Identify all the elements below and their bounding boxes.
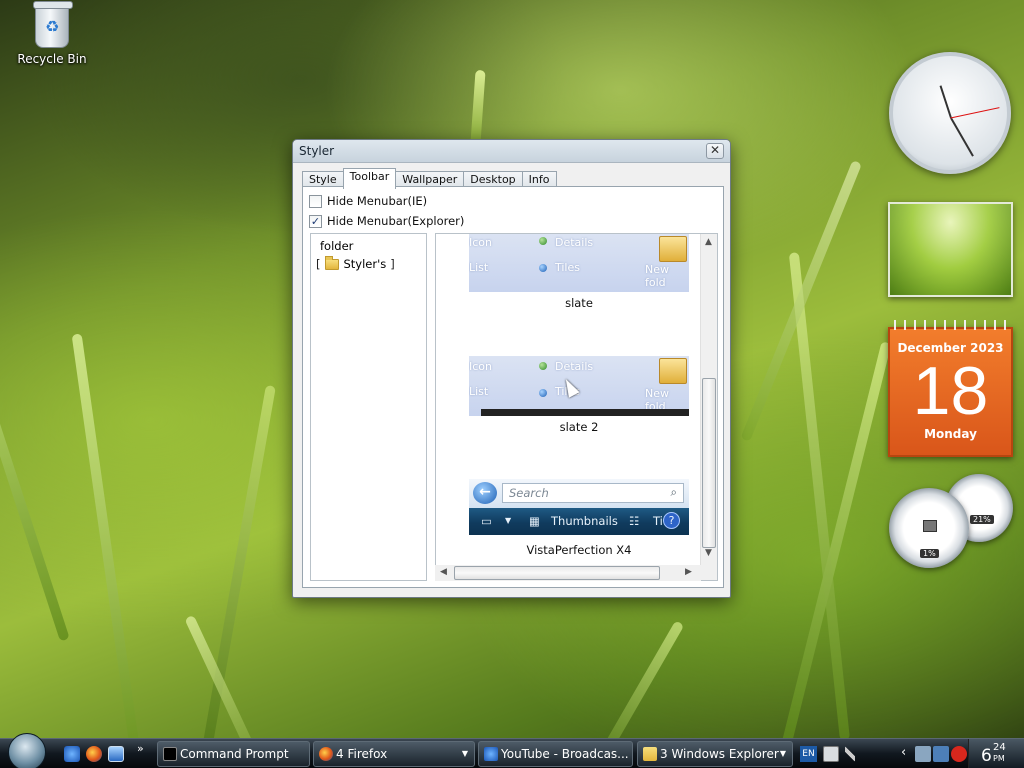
- clock-gadget[interactable]: [889, 52, 1011, 174]
- second-hand: [950, 107, 1000, 119]
- styler-window: Styler ✕ Style Toolbar Wallpaper Desktop…: [292, 139, 731, 598]
- scroll-left-icon[interactable]: ◀: [440, 567, 447, 577]
- ie-icon: [484, 747, 498, 761]
- close-icon: ✕: [709, 143, 721, 157]
- hide-menubar-explorer-checkbox[interactable]: ✓ Hide Menubar(Explorer): [309, 214, 464, 228]
- firefox-icon: [319, 747, 333, 761]
- help-icon: ?: [663, 512, 680, 529]
- theme-name-slate: slate: [565, 296, 593, 310]
- taskbar-clock[interactable]: 6 24 PM: [968, 739, 1024, 768]
- title-bar[interactable]: Styler: [293, 140, 730, 163]
- close-button[interactable]: ✕: [706, 143, 724, 159]
- chevron-down-icon[interactable]: ▼: [780, 749, 786, 758]
- firefox-icon[interactable]: [86, 746, 102, 762]
- search-icon: ⌕: [670, 485, 677, 499]
- theme-name-slate-2: slate 2: [559, 420, 599, 434]
- task-firefox[interactable]: 4 Firefox ▼: [313, 741, 475, 767]
- search-box-preview: Search ⌕: [502, 483, 684, 503]
- calendar-rings: [894, 320, 1010, 330]
- back-arrow-icon: ←: [473, 482, 497, 504]
- window-title: Styler: [299, 144, 335, 158]
- recycle-bin-label: Recycle Bin: [17, 52, 87, 66]
- calendar-gadget[interactable]: December 2023 18 Monday: [888, 320, 1013, 457]
- start-button[interactable]: [8, 733, 46, 768]
- network-icon[interactable]: [933, 746, 949, 762]
- minute-hand: [950, 117, 974, 157]
- chevron-down-icon[interactable]: ▼: [462, 749, 468, 758]
- tiles-icon: [539, 389, 547, 397]
- hide-menubar-explorer-label: Hide Menubar(Explorer): [327, 214, 465, 228]
- folder-icon: [324, 255, 339, 270]
- calendar-weekday: Monday: [924, 427, 977, 441]
- theme-thumbnail-slate-2[interactable]: Icon List Details Tiles New fold: [469, 356, 689, 416]
- clock-hour: 6: [981, 746, 992, 766]
- cmd-icon: [163, 747, 177, 761]
- tree-item-stylers[interactable]: [ Styler's ]: [316, 255, 395, 271]
- device-icon[interactable]: [915, 746, 931, 762]
- show-desktop-icon[interactable]: [108, 746, 124, 762]
- language-indicator[interactable]: EN: [800, 746, 817, 762]
- thumbnails-icon: ▦: [529, 514, 540, 528]
- list-view-icon: ☷: [629, 514, 640, 528]
- tree-item-stylers-label: Styler's: [343, 257, 387, 271]
- cpu-percent: 1%: [920, 549, 939, 558]
- tab-toolbar[interactable]: Toolbar: [342, 168, 397, 189]
- tree-item-folder[interactable]: folder: [320, 239, 353, 253]
- new-folder-icon: [659, 358, 687, 384]
- show-hidden-icons[interactable]: ‹: [901, 745, 906, 760]
- scroll-up-icon[interactable]: ▲: [705, 237, 712, 247]
- task-command-prompt[interactable]: Command Prompt: [157, 741, 310, 767]
- clock-minute: 24: [993, 742, 1006, 753]
- vertical-scroll-thumb[interactable]: [702, 378, 716, 548]
- details-icon: [539, 362, 547, 370]
- new-folder-icon: [659, 236, 687, 262]
- folder-icon: [643, 747, 657, 761]
- keyboard-icon[interactable]: [823, 746, 839, 762]
- horizontal-scrollbar[interactable]: ◀ ▶: [435, 565, 701, 581]
- recycle-bin[interactable]: ♻ Recycle Bin: [16, 1, 88, 66]
- details-icon: [539, 237, 547, 245]
- view-icon: ▭: [481, 514, 492, 528]
- theme-thumbnail-slate[interactable]: Icon List Details Tiles New fold: [469, 234, 689, 292]
- cpu-chip-icon: [923, 520, 937, 532]
- theme-name-vistaperfection: VistaPerfection X4: [526, 543, 632, 557]
- antivirus-icon[interactable]: [951, 746, 967, 762]
- checkbox-box-checked[interactable]: ✓: [309, 214, 322, 228]
- theme-preview-list: Icon List Details Tiles New fold slate I…: [435, 233, 718, 581]
- taskbar: » Command Prompt 4 Firefox ▼ YouTube - B…: [0, 733, 1024, 768]
- recycle-bin-icon: ♻: [33, 1, 73, 48]
- hide-menubar-ie-label: Hide Menubar(IE): [327, 194, 428, 208]
- calendar-day: 18: [912, 353, 989, 429]
- scroll-right-icon[interactable]: ▶: [685, 567, 692, 577]
- scroll-down-icon[interactable]: ▼: [705, 548, 712, 558]
- toolbar-tab-panel: Hide Menubar(IE) ✓ Hide Menubar(Explorer…: [302, 186, 724, 588]
- horizontal-scroll-thumb[interactable]: [454, 566, 660, 580]
- memory-percent: 21%: [970, 515, 994, 524]
- ie-icon[interactable]: [64, 746, 80, 762]
- pen-icon[interactable]: [845, 746, 855, 762]
- tiles-icon: [539, 264, 547, 272]
- task-windows-explorer[interactable]: 3 Windows Explorer ▼: [637, 741, 793, 767]
- vertical-scrollbar[interactable]: ▲ ▼: [700, 234, 717, 580]
- hour-hand: [939, 85, 952, 119]
- folder-tree: folder [ Styler's ]: [310, 233, 427, 581]
- clock-ampm: PM: [993, 754, 1005, 763]
- theme-thumbnail-vistaperfection[interactable]: ← Search ⌕ ▭ ▼ ▦ Thumbnails ☷ Ti ?: [469, 479, 689, 536]
- checkbox-box[interactable]: [309, 194, 322, 208]
- chevron-down-icon: ▼: [505, 516, 512, 525]
- hide-menubar-ie-checkbox[interactable]: Hide Menubar(IE): [309, 194, 427, 208]
- slideshow-gadget[interactable]: [888, 202, 1013, 297]
- quick-launch-more-icon[interactable]: »: [137, 742, 144, 755]
- task-youtube[interactable]: YouTube - Broadcas...: [478, 741, 633, 767]
